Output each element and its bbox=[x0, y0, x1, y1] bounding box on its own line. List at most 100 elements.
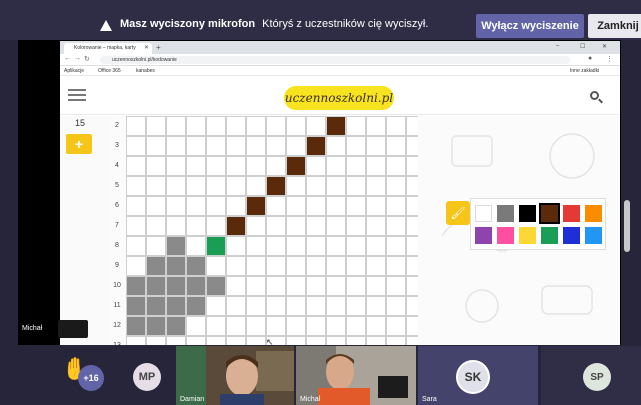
grid-cell[interactable] bbox=[226, 176, 246, 196]
color-swatch[interactable] bbox=[497, 205, 514, 222]
grid-cell[interactable] bbox=[266, 316, 286, 336]
grid-cell[interactable] bbox=[286, 236, 306, 256]
grid-cell[interactable] bbox=[126, 216, 146, 236]
grid-cell[interactable] bbox=[146, 196, 166, 216]
bookmark-item[interactable]: Aplikacje bbox=[64, 68, 84, 74]
close-window-icon[interactable]: ✕ bbox=[602, 43, 607, 50]
grid-cell[interactable] bbox=[226, 236, 246, 256]
color-swatch[interactable] bbox=[519, 205, 536, 222]
more-participants-button[interactable]: +16 bbox=[78, 365, 104, 391]
grid-cell[interactable] bbox=[246, 216, 266, 236]
grid-cell[interactable] bbox=[286, 316, 306, 336]
grid-cell[interactable] bbox=[186, 236, 206, 256]
grid-cell[interactable] bbox=[186, 116, 206, 136]
grid-cell[interactable] bbox=[186, 156, 206, 176]
forward-icon[interactable]: → bbox=[74, 55, 81, 62]
grid-cell[interactable] bbox=[346, 276, 366, 296]
grid-cell[interactable] bbox=[206, 156, 226, 176]
grid-cell[interactable] bbox=[346, 216, 366, 236]
grid-cell[interactable] bbox=[366, 336, 386, 345]
grid-cell[interactable] bbox=[146, 216, 166, 236]
grid-cell[interactable] bbox=[326, 256, 346, 276]
grid-cell[interactable] bbox=[266, 296, 286, 316]
grid-cell[interactable] bbox=[386, 136, 406, 156]
grid-cell[interactable] bbox=[306, 236, 326, 256]
grid-cell[interactable] bbox=[146, 136, 166, 156]
grid-cell[interactable] bbox=[326, 156, 346, 176]
color-swatch[interactable] bbox=[563, 205, 580, 222]
add-row-button[interactable]: + bbox=[66, 134, 92, 154]
color-swatch[interactable] bbox=[497, 227, 514, 244]
grid-cell[interactable] bbox=[326, 276, 346, 296]
grid-cell[interactable] bbox=[366, 316, 386, 336]
grid-cell[interactable] bbox=[126, 116, 146, 136]
grid-cell[interactable] bbox=[266, 176, 286, 196]
grid-cell[interactable] bbox=[166, 156, 186, 176]
grid-cell[interactable] bbox=[206, 296, 226, 316]
paintbrush-icon[interactable]: 🖌 bbox=[446, 201, 470, 225]
grid-cell[interactable] bbox=[366, 216, 386, 236]
grid-cell[interactable] bbox=[386, 236, 406, 256]
grid-cell[interactable] bbox=[246, 176, 266, 196]
grid-cell[interactable] bbox=[386, 196, 406, 216]
site-logo[interactable]: uczennoszkolni.pl bbox=[284, 86, 394, 110]
participant-avatar[interactable]: SP bbox=[583, 363, 611, 391]
search-icon[interactable] bbox=[590, 91, 599, 100]
bookmark-item[interactable]: kanabes bbox=[136, 68, 155, 74]
grid-cell[interactable] bbox=[386, 276, 406, 296]
pixel-grid[interactable] bbox=[126, 116, 418, 345]
grid-cell[interactable] bbox=[266, 216, 286, 236]
grid-cell[interactable] bbox=[326, 316, 346, 336]
grid-cell[interactable] bbox=[406, 256, 418, 276]
grid-cell[interactable] bbox=[186, 276, 206, 296]
grid-cell[interactable] bbox=[166, 296, 186, 316]
grid-cell[interactable] bbox=[306, 116, 326, 136]
grid-cell[interactable] bbox=[346, 336, 366, 345]
grid-cell[interactable] bbox=[266, 196, 286, 216]
color-swatch[interactable] bbox=[539, 203, 560, 224]
grid-cell[interactable] bbox=[126, 296, 146, 316]
grid-cell[interactable] bbox=[306, 156, 326, 176]
grid-cell[interactable] bbox=[286, 296, 306, 316]
grid-cell[interactable] bbox=[206, 136, 226, 156]
grid-cell[interactable] bbox=[166, 316, 186, 336]
grid-cell[interactable] bbox=[346, 116, 366, 136]
grid-cell[interactable] bbox=[266, 156, 286, 176]
color-swatch[interactable] bbox=[475, 205, 492, 222]
grid-cell[interactable] bbox=[406, 176, 418, 196]
grid-cell[interactable] bbox=[326, 236, 346, 256]
color-swatch[interactable] bbox=[475, 227, 492, 244]
grid-cell[interactable] bbox=[146, 176, 166, 196]
grid-cell[interactable] bbox=[166, 276, 186, 296]
participant-video-tile[interactable]: Damian bbox=[176, 346, 294, 405]
grid-cell[interactable] bbox=[386, 336, 406, 345]
grid-cell[interactable] bbox=[186, 296, 206, 316]
grid-cell[interactable] bbox=[126, 336, 146, 345]
grid-cell[interactable] bbox=[366, 136, 386, 156]
grid-cell[interactable] bbox=[326, 136, 346, 156]
participant-avatar[interactable]: MP bbox=[133, 363, 161, 391]
grid-cell[interactable] bbox=[286, 196, 306, 216]
grid-cell[interactable] bbox=[326, 116, 346, 136]
grid-cell[interactable] bbox=[406, 296, 418, 316]
grid-cell[interactable] bbox=[266, 236, 286, 256]
grid-cell[interactable] bbox=[186, 336, 206, 345]
grid-cell[interactable] bbox=[206, 176, 226, 196]
grid-cell[interactable] bbox=[226, 316, 246, 336]
grid-cell[interactable] bbox=[166, 176, 186, 196]
grid-cell[interactable] bbox=[146, 296, 166, 316]
grid-cell[interactable] bbox=[386, 156, 406, 176]
new-tab-icon[interactable]: + bbox=[156, 43, 161, 52]
grid-cell[interactable] bbox=[186, 196, 206, 216]
grid-cell[interactable] bbox=[226, 276, 246, 296]
maximize-icon[interactable]: ☐ bbox=[580, 43, 585, 50]
grid-cell[interactable] bbox=[346, 156, 366, 176]
back-icon[interactable]: ← bbox=[64, 55, 71, 62]
grid-cell[interactable] bbox=[206, 256, 226, 276]
grid-cell[interactable] bbox=[226, 216, 246, 236]
grid-cell[interactable] bbox=[146, 156, 166, 176]
browser-tab[interactable]: Kolorowanie – mapka, karty bbox=[64, 43, 152, 54]
grid-cell[interactable] bbox=[286, 216, 306, 236]
grid-cell[interactable] bbox=[186, 316, 206, 336]
grid-cell[interactable] bbox=[146, 276, 166, 296]
